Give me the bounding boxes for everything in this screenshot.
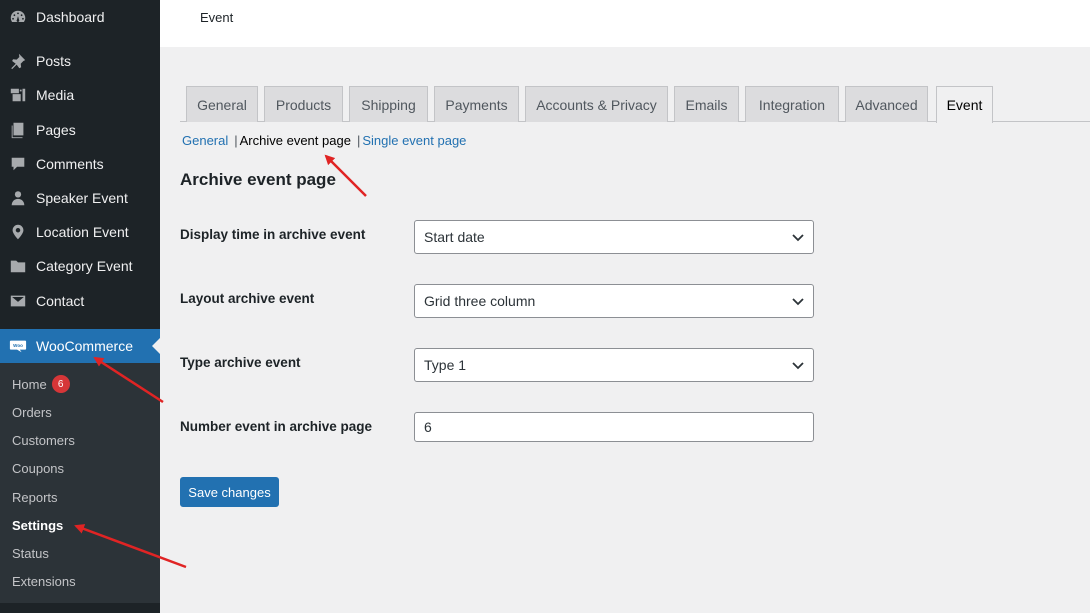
input-value: 6 bbox=[424, 419, 432, 435]
chevron-down-icon bbox=[792, 298, 804, 306]
submenu-item-status[interactable]: Status bbox=[12, 543, 49, 563]
submenu-label: Settings bbox=[12, 517, 64, 533]
tab-integration[interactable]: Integration bbox=[745, 86, 839, 122]
folder-icon bbox=[8, 256, 28, 276]
tab-general[interactable]: General bbox=[186, 86, 258, 122]
update-count-badge: 6 bbox=[51, 375, 70, 393]
svg-text:Woo: Woo bbox=[13, 343, 23, 348]
separator: | bbox=[356, 133, 361, 148]
menu-item-pages[interactable]: Pages bbox=[0, 113, 160, 147]
person-icon bbox=[8, 188, 28, 208]
submenu-label: Reports bbox=[12, 489, 58, 505]
section-link-single-event[interactable]: Single event page bbox=[362, 133, 466, 148]
submenu-label: Status bbox=[12, 545, 49, 561]
tab-advanced[interactable]: Advanced bbox=[845, 86, 928, 122]
tab-accounts-privacy[interactable]: Accounts & Privacy bbox=[525, 86, 668, 122]
woocommerce-submenu: Home 6 Orders Customers Coupons Reports … bbox=[0, 363, 160, 603]
menu-label: Contact bbox=[36, 293, 85, 309]
type-label: Type archive event bbox=[180, 355, 301, 370]
pages-icon bbox=[8, 120, 28, 140]
section-link-general[interactable]: General bbox=[182, 133, 228, 148]
section-links: General | Archive event page | Single ev… bbox=[182, 133, 466, 148]
mail-icon bbox=[8, 291, 28, 311]
submenu-item-extensions[interactable]: Extensions bbox=[12, 571, 76, 591]
submenu-label: Orders bbox=[12, 404, 52, 420]
section-heading: Archive event page bbox=[180, 170, 336, 189]
menu-item-contact[interactable]: Contact bbox=[0, 284, 160, 318]
submenu-item-home[interactable]: Home 6 bbox=[12, 374, 70, 394]
save-changes-button[interactable]: Save changes bbox=[180, 477, 279, 507]
display-time-select[interactable]: Start date bbox=[414, 220, 814, 254]
submenu-item-reports[interactable]: Reports bbox=[12, 487, 58, 507]
submenu-item-settings[interactable]: Settings bbox=[12, 515, 63, 535]
location-pin-icon bbox=[8, 222, 28, 242]
chevron-down-icon bbox=[792, 362, 804, 370]
menu-label: Posts bbox=[36, 53, 72, 69]
menu-item-dashboard[interactable]: Dashboard bbox=[0, 0, 160, 34]
media-icon bbox=[8, 85, 28, 105]
pin-icon bbox=[8, 51, 28, 71]
tab-products[interactable]: Products bbox=[264, 86, 343, 122]
submenu-item-coupons[interactable]: Coupons bbox=[12, 458, 64, 478]
dashboard-icon bbox=[8, 7, 28, 27]
separator: | bbox=[234, 133, 238, 148]
chevron-down-icon bbox=[792, 234, 804, 242]
menu-label: Category Event bbox=[36, 258, 133, 274]
menu-item-posts[interactable]: Posts bbox=[0, 44, 160, 78]
submenu-label: Home bbox=[12, 376, 47, 392]
menu-label: Speaker Event bbox=[36, 190, 128, 206]
menu-label: Comments bbox=[36, 156, 104, 172]
woo-icon: Woo bbox=[8, 336, 28, 356]
select-value: Grid three column bbox=[424, 293, 536, 309]
menu-item-location-event[interactable]: Location Event bbox=[0, 215, 160, 249]
number-label: Number event in archive page bbox=[180, 419, 373, 434]
menu-item-speaker-event[interactable]: Speaker Event bbox=[0, 181, 160, 215]
tab-shipping[interactable]: Shipping bbox=[349, 86, 428, 122]
menu-item-media[interactable]: Media bbox=[0, 78, 160, 112]
page-title: Event bbox=[200, 10, 234, 25]
menu-label: Media bbox=[36, 87, 75, 103]
menu-item-category-event[interactable]: Category Event bbox=[0, 249, 160, 283]
menu-label: WooCommerce bbox=[36, 338, 133, 354]
tab-payments[interactable]: Payments bbox=[434, 86, 519, 122]
type-select[interactable]: Type 1 bbox=[414, 348, 814, 382]
menu-label: Location Event bbox=[36, 224, 129, 240]
comment-icon bbox=[8, 154, 28, 174]
menu-item-woocommerce[interactable]: Woo WooCommerce bbox=[0, 329, 160, 363]
section-link-archive-current[interactable]: Archive event page bbox=[240, 133, 351, 148]
submenu-label: Customers bbox=[12, 432, 75, 448]
display-time-label: Display time in archive event bbox=[180, 227, 366, 242]
select-value: Start date bbox=[424, 229, 485, 245]
submenu-item-customers[interactable]: Customers bbox=[12, 430, 75, 450]
menu-label: Pages bbox=[36, 122, 76, 138]
tab-emails[interactable]: Emails bbox=[674, 86, 739, 122]
layout-select[interactable]: Grid three column bbox=[414, 284, 814, 318]
menu-item-comments[interactable]: Comments bbox=[0, 147, 160, 181]
submenu-label: Extensions bbox=[12, 573, 76, 589]
tab-event[interactable]: Event bbox=[936, 86, 993, 123]
layout-label: Layout archive event bbox=[180, 291, 315, 306]
submenu-label: Coupons bbox=[12, 460, 65, 476]
menu-label: Dashboard bbox=[36, 9, 105, 25]
select-value: Type 1 bbox=[424, 357, 467, 373]
submenu-item-orders[interactable]: Orders bbox=[12, 402, 52, 422]
top-header-bar: Event bbox=[160, 0, 1090, 47]
admin-sidebar: Dashboard Posts Media Pages Comments Spe… bbox=[0, 0, 160, 613]
number-input[interactable]: 6 bbox=[414, 412, 814, 442]
